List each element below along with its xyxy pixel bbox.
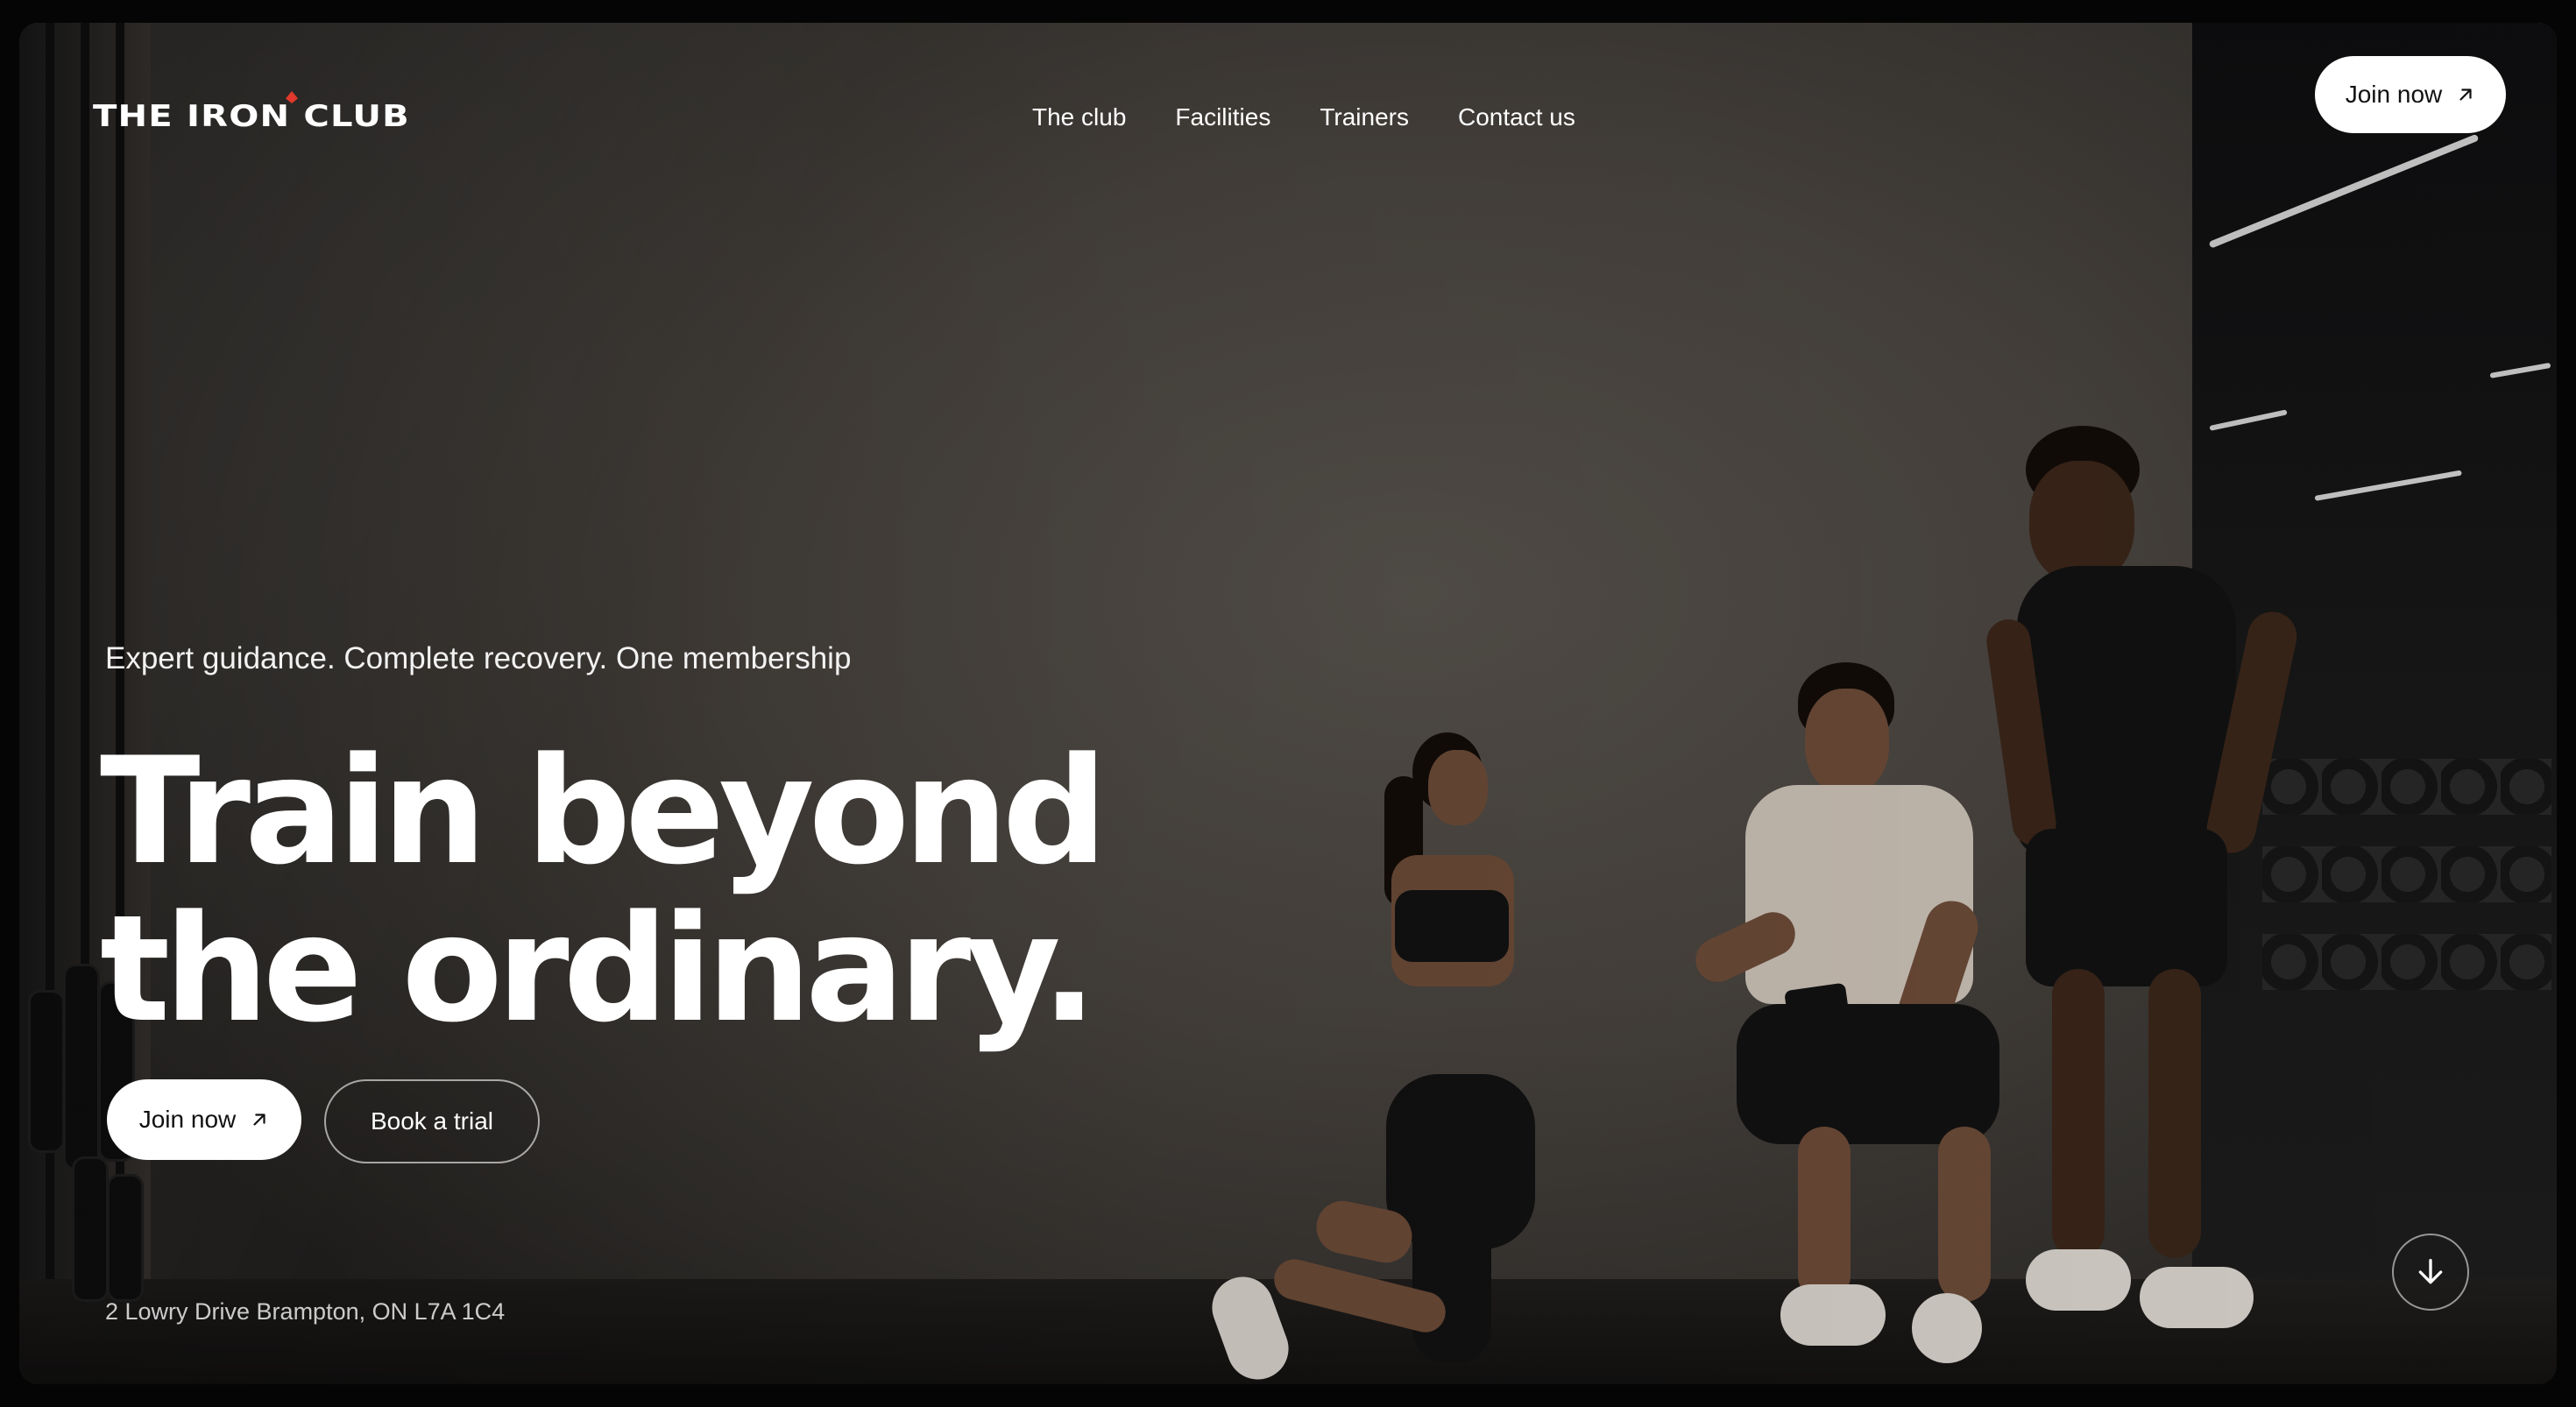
- hero-join-label: Join now: [138, 1106, 237, 1133]
- header-join-button[interactable]: Join now: [2315, 56, 2506, 133]
- hero-section: THE IRON CLUB The club Facilities Traine…: [19, 23, 2557, 1384]
- nav-item-facilities[interactable]: Facilities: [1175, 100, 1270, 135]
- arrow-up-right-icon: [253, 1114, 265, 1126]
- nav-item-the-club[interactable]: The club: [1032, 100, 1126, 135]
- hero-join-button[interactable]: Join now: [107, 1079, 301, 1160]
- hero-tagline: Expert guidance. Complete recovery. One …: [105, 641, 852, 675]
- nav-item-trainers[interactable]: Trainers: [1320, 100, 1409, 135]
- club-address: 2 Lowry Drive Brampton, ON L7A 1C4: [105, 1298, 506, 1325]
- hero-title: Train beyond the ordinary.: [100, 725, 1108, 1055]
- header-join-label: Join now: [2345, 81, 2443, 108]
- nav-item-contact-us[interactable]: Contact us: [1458, 100, 1575, 135]
- hero-title-line-2: the ordinary.: [100, 883, 1097, 1055]
- main-nav: The club Facilities Trainers Contact us: [1032, 100, 1575, 135]
- book-trial-label: Book a trial: [370, 1107, 494, 1135]
- arrow-up-right-icon: [2459, 88, 2472, 101]
- brand-name: THE IRON CLUB: [93, 99, 410, 134]
- hero-title-line-1: Train beyond: [100, 725, 1108, 897]
- brand-logo[interactable]: THE IRON CLUB: [93, 91, 409, 137]
- scroll-down-button[interactable]: [2392, 1234, 2469, 1311]
- photo-overlay: [19, 23, 2557, 1384]
- arrow-down-icon: [2418, 1259, 2443, 1284]
- book-trial-button[interactable]: Book a trial: [324, 1079, 540, 1163]
